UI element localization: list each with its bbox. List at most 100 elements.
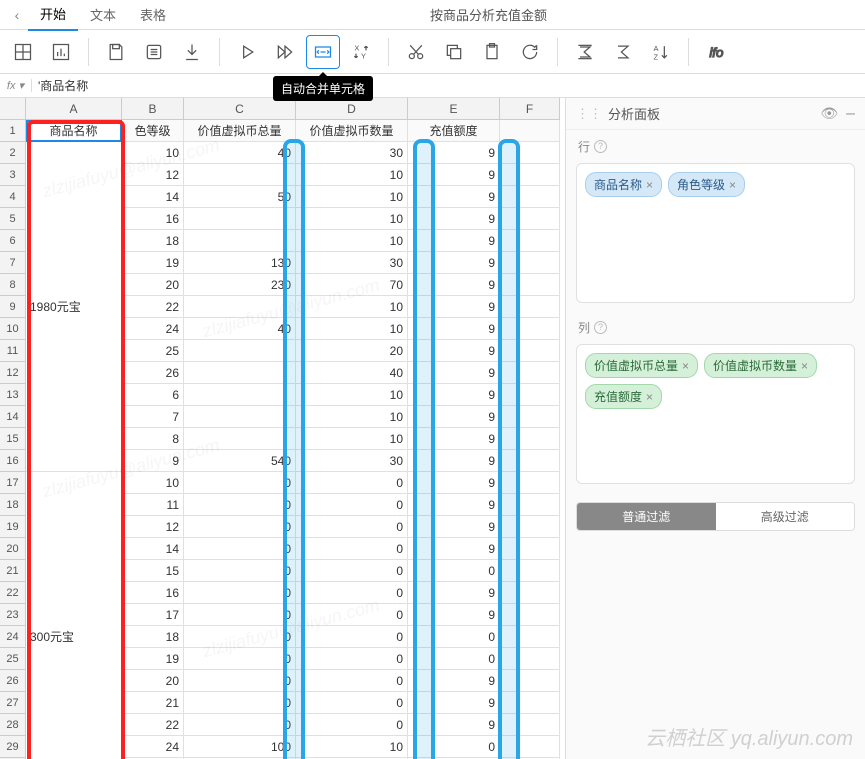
cell[interactable]: 9 [408,670,500,692]
col-header[interactable]: D [296,98,408,120]
cell[interactable] [184,362,296,384]
tab-start[interactable]: 开始 [28,0,78,31]
row-chip[interactable]: 角色等级× [668,172,745,197]
remove-icon[interactable]: × [646,390,653,404]
save-icon[interactable] [99,35,133,69]
help-icon[interactable]: ? [594,321,607,334]
cell[interactable]: 25 [122,340,184,362]
row-header[interactable]: 14 [0,406,26,428]
cell[interactable]: 0 [184,516,296,538]
cell[interactable]: 8 [122,428,184,450]
cell[interactable]: 0 [408,648,500,670]
cell[interactable]: 9 [408,252,500,274]
col-chip[interactable]: 价值虚拟币总量× [585,353,698,378]
cell[interactable] [500,648,560,670]
cell[interactable]: 22 [122,296,184,318]
row-header[interactable]: 22 [0,582,26,604]
cell[interactable]: 14 [122,538,184,560]
cell[interactable]: 0 [184,648,296,670]
cell[interactable]: 19 [122,252,184,274]
drag-handle-icon[interactable]: ⋮⋮ [576,106,602,122]
sum-bar-icon[interactable] [568,35,602,69]
cell[interactable] [500,714,560,736]
tab-table[interactable]: 表格 [128,0,178,30]
header-cell[interactable] [500,120,560,142]
cell[interactable]: 9 [408,340,500,362]
cell[interactable]: 0 [296,472,408,494]
cell[interactable]: 10 [296,406,408,428]
cell[interactable] [500,626,560,648]
swap-xy-icon[interactable]: XY [344,35,378,69]
cell[interactable]: 22 [122,714,184,736]
cell[interactable]: 10 [296,318,408,340]
row-header[interactable]: 10 [0,318,26,340]
merged-cell[interactable]: 300元宝 [26,472,122,759]
cell[interactable]: 0 [296,670,408,692]
cell[interactable]: 0 [184,560,296,582]
cell[interactable]: 0 [184,626,296,648]
play-icon[interactable] [230,35,264,69]
header-cell[interactable]: 价值虚拟币数量 [296,120,408,142]
cell[interactable]: 0 [296,648,408,670]
cell[interactable]: 9 [408,384,500,406]
close-icon[interactable]: ‒ [846,105,855,123]
cut-icon[interactable] [399,35,433,69]
fast-forward-icon[interactable] [268,35,302,69]
cell[interactable] [500,384,560,406]
row-header[interactable]: 11 [0,340,26,362]
cell[interactable]: 0 [184,472,296,494]
cell[interactable]: 30 [296,142,408,164]
cell[interactable]: 0 [296,714,408,736]
cell[interactable]: 0 [296,516,408,538]
grid-icon[interactable] [6,35,40,69]
cell[interactable] [500,692,560,714]
cell[interactable]: 16 [122,208,184,230]
header-cell[interactable]: 价值虚拟币总量 [184,120,296,142]
cell[interactable]: 26 [122,362,184,384]
cell[interactable]: 0 [184,604,296,626]
cell[interactable]: 100 [184,736,296,758]
spreadsheet[interactable]: zlzijiafuyu@aliyun.com zlzijiafuyu@aliyu… [0,98,565,759]
col-chip[interactable]: 充值额度× [585,384,662,409]
cols-dropzone[interactable]: 价值虚拟币总量×价值虚拟币数量×充值额度× [576,344,855,484]
row-header[interactable]: 8 [0,274,26,296]
cell[interactable]: 130 [184,252,296,274]
cell[interactable] [500,340,560,362]
merged-cell[interactable]: 1980元宝 [26,142,122,472]
col-header[interactable]: C [184,98,296,120]
cell[interactable] [500,670,560,692]
row-header[interactable]: 29 [0,736,26,758]
row-header[interactable]: 18 [0,494,26,516]
cell[interactable]: 0 [296,494,408,516]
cell[interactable]: 9 [408,208,500,230]
row-header[interactable]: 1 [0,120,26,142]
cell[interactable]: 18 [122,626,184,648]
cell[interactable]: 20 [296,340,408,362]
cell[interactable]: 40 [184,318,296,340]
cell[interactable]: 9 [408,164,500,186]
row-header[interactable]: 6 [0,230,26,252]
cell[interactable]: 10 [296,428,408,450]
cell[interactable]: 0 [296,560,408,582]
cell[interactable]: 18 [122,230,184,252]
list-icon[interactable] [137,35,171,69]
download-icon[interactable] [175,35,209,69]
cell[interactable] [500,142,560,164]
sigma-icon[interactable] [606,35,640,69]
cell[interactable] [500,208,560,230]
col-header[interactable]: B [122,98,184,120]
cell[interactable]: 10 [296,230,408,252]
cell[interactable]: 9 [408,538,500,560]
cell[interactable]: 0 [296,626,408,648]
cell[interactable]: 9 [408,406,500,428]
cell[interactable]: 9 [122,450,184,472]
cell[interactable]: 9 [408,428,500,450]
cell[interactable] [184,428,296,450]
cell[interactable]: 9 [408,186,500,208]
remove-icon[interactable]: × [646,178,653,192]
row-header[interactable]: 26 [0,670,26,692]
row-header[interactable]: 4 [0,186,26,208]
cell[interactable] [184,296,296,318]
row-header[interactable]: 24 [0,626,26,648]
cell[interactable] [184,230,296,252]
